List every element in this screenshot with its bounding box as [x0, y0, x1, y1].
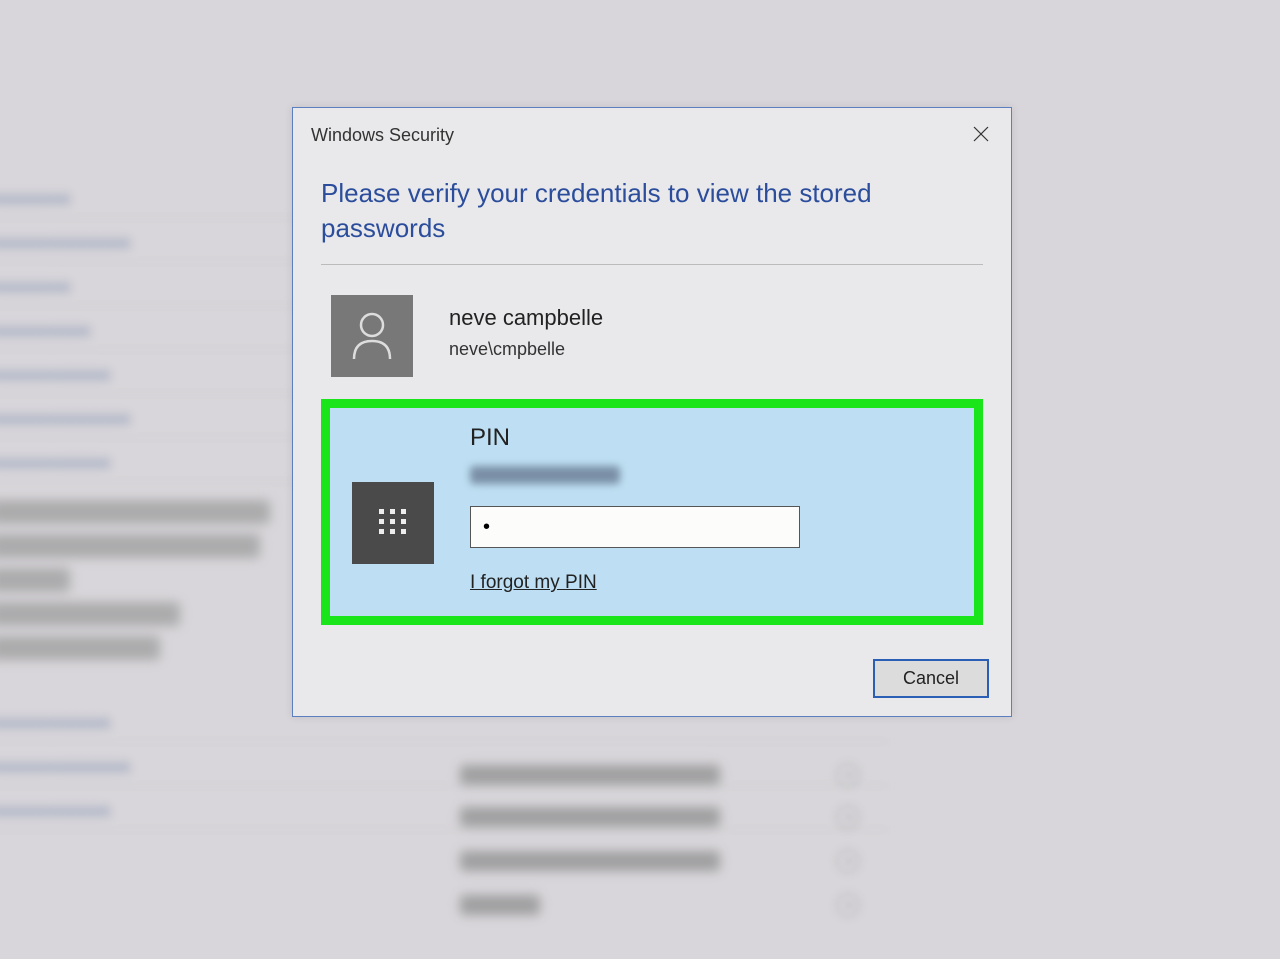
dialog-header: Windows Security [293, 108, 1011, 166]
cancel-button[interactable]: Cancel [873, 659, 989, 698]
pin-hint-blurred [470, 466, 620, 484]
user-credential-text: neve campbelle neve\cmpbelle [449, 295, 603, 360]
dialog-footer: Cancel [293, 659, 1011, 716]
user-account: neve\cmpbelle [449, 339, 603, 360]
user-credential-option[interactable]: neve campbelle neve\cmpbelle [321, 291, 983, 381]
pin-credential-option[interactable]: PIN I forgot my PIN [321, 399, 983, 625]
forgot-pin-link[interactable]: I forgot my PIN [470, 572, 952, 594]
pin-icon-box [352, 482, 434, 564]
pin-label: PIN [470, 424, 952, 452]
person-icon [350, 311, 394, 361]
close-icon [973, 126, 989, 142]
pin-body: PIN I forgot my PIN [470, 424, 952, 594]
dialog-title: Windows Security [311, 125, 454, 146]
user-icon [331, 295, 413, 377]
windows-security-dialog: Windows Security Please verify your cred… [292, 107, 1012, 717]
pin-input[interactable] [470, 506, 800, 548]
close-button[interactable] [963, 118, 999, 152]
user-display-name: neve campbelle [449, 305, 603, 331]
keypad-icon [373, 503, 413, 543]
dialog-prompt: Please verify your credentials to view t… [321, 176, 983, 265]
dialog-body: Please verify your credentials to view t… [293, 166, 1011, 625]
